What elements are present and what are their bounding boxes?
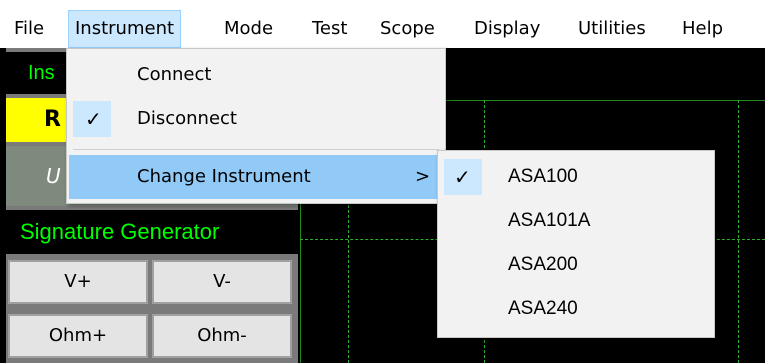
check-icon: ✓ [454, 165, 471, 189]
menu-bar: File Instrument Mode Test Scope Display … [0, 0, 765, 48]
menu-item-connect[interactable]: Connect [69, 53, 443, 97]
menu-test[interactable]: Test [306, 10, 353, 48]
menu-item-label: Connect [137, 64, 212, 85]
submenu-item-asa100[interactable]: ✓ ASA100 [440, 155, 712, 199]
scope-grid-line [738, 100, 739, 363]
menu-separator [73, 149, 439, 150]
instrument-dropdown: Connect ✓ Disconnect Change Instrument > [66, 48, 446, 204]
submenu-arrow-icon: > [415, 166, 431, 187]
ohm-minus-button[interactable]: Ohm- [152, 314, 292, 358]
ohm-plus-button[interactable]: Ohm+ [8, 314, 148, 358]
submenu-item-label: ASA200 [508, 254, 578, 275]
menu-mode[interactable]: Mode [218, 10, 279, 48]
v-plus-button[interactable]: V+ [8, 260, 148, 304]
menu-help[interactable]: Help [676, 10, 729, 48]
submenu-item-label: ASA101A [508, 210, 591, 231]
menu-item-change-instrument[interactable]: Change Instrument > [69, 155, 443, 199]
check-icon: ✓ [85, 107, 102, 131]
v-minus-button[interactable]: V- [152, 260, 292, 304]
submenu-item-asa200[interactable]: ASA200 [440, 243, 712, 287]
menu-instrument[interactable]: Instrument [68, 10, 182, 48]
submenu-item-label: ASA240 [508, 298, 578, 319]
menu-item-label: Change Instrument [137, 166, 311, 187]
menu-utilities[interactable]: Utilities [572, 10, 652, 48]
menu-scope[interactable]: Scope [374, 10, 441, 48]
menu-item-disconnect[interactable]: ✓ Disconnect [69, 97, 443, 141]
submenu-item-asa101a[interactable]: ASA101A [440, 199, 712, 243]
change-instrument-submenu: ✓ ASA100 ASA101A ASA200 ASA240 [437, 150, 715, 338]
submenu-item-asa240[interactable]: ASA240 [440, 287, 712, 331]
menu-file[interactable]: File [8, 10, 50, 48]
submenu-item-label: ASA100 [508, 166, 578, 187]
menu-item-label: Disconnect [137, 108, 237, 129]
menu-display[interactable]: Display [468, 10, 546, 48]
signature-generator-heading: Signature Generator [6, 210, 298, 254]
